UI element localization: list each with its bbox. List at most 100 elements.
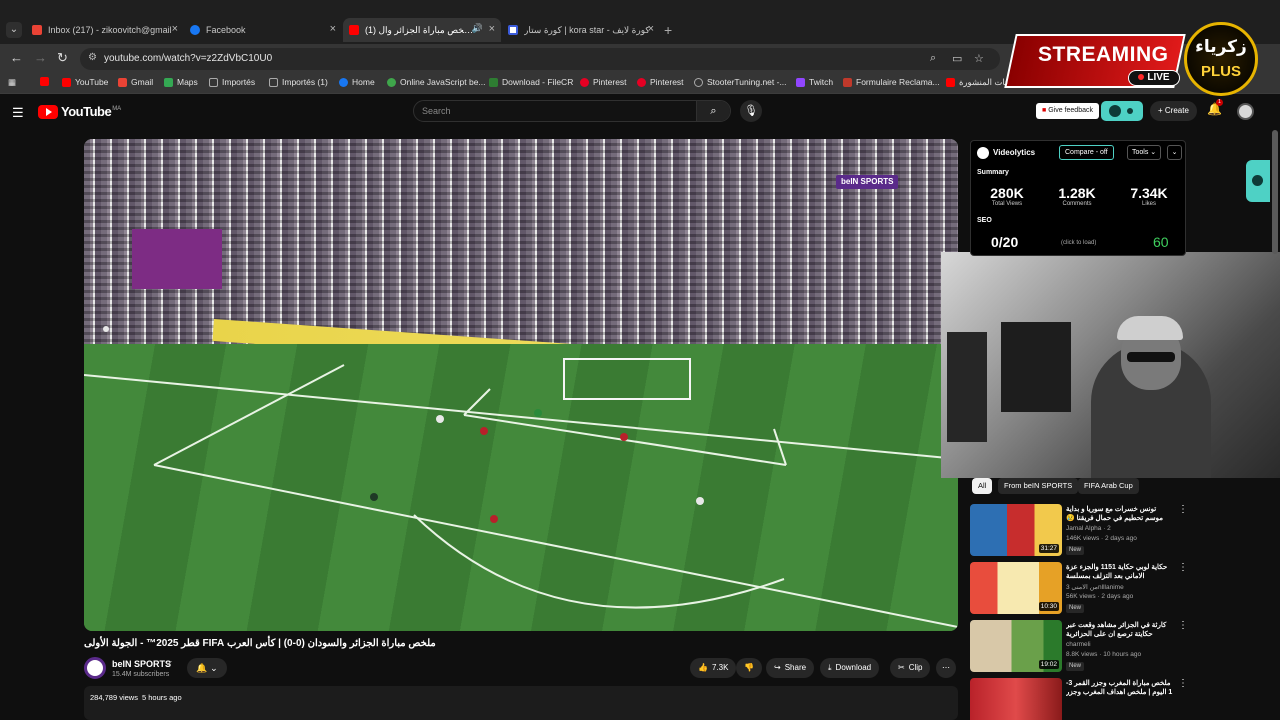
close-icon[interactable]: × bbox=[489, 23, 495, 35]
download-button[interactable]: ⤓ Download bbox=[820, 658, 880, 678]
bookmark-online-js[interactable]: Online JavaScript be... bbox=[387, 77, 486, 87]
bookmark-youtube[interactable]: YouTube bbox=[62, 77, 108, 87]
notifications-bell-icon[interactable]: 🔔 1 bbox=[1207, 99, 1223, 116]
create-button[interactable]: + Create bbox=[1150, 101, 1197, 121]
share-arrow-icon: ↪ bbox=[774, 663, 781, 672]
cast-icon[interactable]: ▭ bbox=[952, 52, 962, 65]
video-title[interactable]: حكاية لوبي حكاية 1151 والجزء عزة الاماني… bbox=[1066, 563, 1174, 581]
more-vert-icon[interactable]: ⋮ bbox=[1178, 504, 1188, 515]
maps-pin-icon bbox=[164, 77, 173, 87]
hamburger-menu-icon[interactable]: ☰ bbox=[12, 105, 24, 121]
new-tab-plus-icon[interactable]: + bbox=[664, 22, 672, 38]
extension-side-tab[interactable] bbox=[1246, 160, 1270, 202]
close-icon[interactable]: × bbox=[330, 23, 336, 35]
close-icon[interactable]: × bbox=[648, 23, 654, 35]
video-player[interactable]: beIN SPORTS bbox=[84, 139, 958, 631]
give-feedback-button[interactable]: ■ Give feedback bbox=[1036, 103, 1099, 119]
recommended-video[interactable]: 10:30 حكاية لوبي حكاية 1151 والجزء عزة ا… bbox=[970, 562, 1200, 618]
video-title[interactable]: ملخص مباراة المغرب وجزر القمر 3-1 اليوم … bbox=[1066, 679, 1174, 697]
forward-arrow-icon[interactable]: → bbox=[34, 50, 47, 65]
tab-facebook[interactable]: Facebook × bbox=[184, 18, 342, 42]
page-scrollbar[interactable] bbox=[1272, 130, 1278, 720]
videolytics-icon bbox=[1252, 175, 1263, 186]
clip-button[interactable]: ✂ Clip bbox=[890, 658, 931, 678]
youtube-logo[interactable]: YouTube MA bbox=[38, 104, 121, 119]
tab-youtube[interactable]: (1) ملخص مباراة الجزائر وال... 🔊 × bbox=[343, 18, 501, 42]
channel-name[interactable]: من الامنى 3nlllanime bbox=[1066, 583, 1124, 591]
site-info-icon[interactable]: ⚙ bbox=[88, 52, 97, 63]
tab-korastar[interactable]: كورة ستار | kora star - كورة لايف × bbox=[502, 18, 660, 42]
account-avatar[interactable] bbox=[1237, 103, 1254, 120]
bookmark-star-icon[interactable]: ☆ bbox=[974, 52, 984, 65]
search-box: ⌕ bbox=[413, 100, 731, 122]
ranking-score: 60 bbox=[1153, 234, 1169, 250]
plus-icon: + bbox=[1158, 106, 1165, 115]
video-thumbnail[interactable] bbox=[970, 678, 1062, 720]
more-vert-icon[interactable]: ⋮ bbox=[1178, 562, 1188, 573]
video-meta: 8.8K views · 10 hours ago bbox=[1066, 651, 1142, 658]
video-thumbnail[interactable]: 10:30 bbox=[970, 562, 1062, 614]
chip-fifa-arab-cup[interactable]: FIFA Arab Cup bbox=[1078, 478, 1139, 494]
bookmark-formulaire[interactable]: Formulaire Reclama... bbox=[843, 77, 940, 87]
click-to-load-link[interactable]: (click to load) bbox=[1061, 240, 1096, 246]
tab-gmail[interactable]: Inbox (217) - zikoovitch@gmail × bbox=[26, 18, 184, 42]
bookmark-pinterest-2[interactable]: Pinterest bbox=[637, 77, 684, 87]
bookmark-filecr[interactable]: Download - FileCR bbox=[489, 77, 573, 87]
bookmark-folder-importes-1[interactable]: Importés (1) bbox=[269, 77, 328, 87]
zoom-search-icon[interactable]: ⌕ bbox=[930, 52, 936, 65]
close-icon[interactable]: × bbox=[172, 23, 178, 35]
channel-name[interactable]: beIN SPORTS bbox=[112, 659, 171, 669]
bookmark-stooter[interactable]: StooterTuning.net -... bbox=[694, 77, 787, 87]
tab-search-chevron-icon[interactable]: ⌄ bbox=[6, 22, 22, 38]
bookmark-twitch[interactable]: Twitch bbox=[796, 77, 833, 87]
video-meta: 56K views · 2 days ago bbox=[1066, 593, 1134, 600]
bookmark-youtube-icon[interactable] bbox=[40, 77, 53, 86]
more-vert-icon[interactable]: ⋮ bbox=[1178, 678, 1188, 689]
bookmark-pinterest-1[interactable]: Pinterest bbox=[580, 77, 627, 87]
recommended-video[interactable]: ملخص مباراة المغرب وجزر القمر 3-1 اليوم … bbox=[970, 678, 1200, 720]
stat-comments: 1.28K Comments bbox=[1058, 185, 1096, 207]
videolytics-extension-button[interactable] bbox=[1101, 101, 1143, 121]
dislike-button[interactable]: 👎 bbox=[736, 658, 762, 678]
url-text[interactable]: youtube.com/watch?v=z2ZdVbC10U0 bbox=[104, 53, 272, 64]
channel-avatar[interactable] bbox=[84, 657, 106, 679]
speaker-icon[interactable]: 🔊 bbox=[472, 23, 483, 34]
apps-grid-icon[interactable]: ▦ bbox=[8, 77, 16, 88]
more-vert-icon[interactable]: ⋮ bbox=[1178, 620, 1188, 631]
back-arrow-icon[interactable]: ← bbox=[10, 50, 23, 65]
bookmark-gmail[interactable]: Gmail bbox=[118, 77, 153, 87]
tools-dropdown[interactable]: Tools ⌄ bbox=[1127, 145, 1162, 160]
recommended-video[interactable]: 19:02 كارثة في الجزائر مشاهد وقعت عبر حك… bbox=[970, 620, 1200, 676]
subscription-bell-button[interactable]: 🔔 ⌄ bbox=[187, 658, 227, 678]
duration-badge: 10:30 bbox=[1038, 602, 1059, 611]
video-title: ملخص مباراة الجزائر والسودان (0-0) | كأس… bbox=[84, 638, 436, 649]
share-button[interactable]: ↪ Share bbox=[766, 658, 815, 678]
live-dot-icon bbox=[1138, 74, 1145, 80]
chip-from-channel[interactable]: From beIN SPORTS bbox=[998, 478, 1079, 494]
reload-icon[interactable]: ↻ bbox=[57, 50, 68, 66]
bookmark-folder-importes[interactable]: Importés bbox=[209, 77, 255, 87]
panel-collapse-chevron-icon[interactable]: ⌄ bbox=[1167, 145, 1182, 160]
search-input[interactable] bbox=[422, 104, 682, 118]
video-title[interactable]: تونس خسرات مع سوريا و بداية موسم تحطيم ف… bbox=[1066, 505, 1174, 523]
like-button[interactable]: 👍 7.3K bbox=[690, 658, 737, 678]
bookmark-maps[interactable]: Maps bbox=[164, 77, 198, 87]
omnibox[interactable]: ⚙ youtube.com/watch?v=z2ZdVbC10U0 ⌕ ▭ ☆ bbox=[80, 48, 1000, 70]
video-title[interactable]: كارثة في الجزائر مشاهد وقعت عبر حكايتة ت… bbox=[1066, 621, 1174, 639]
channel-name[interactable]: charmeli bbox=[1066, 641, 1091, 648]
form-icon bbox=[843, 77, 852, 87]
stat-likes: 7.34K Likes bbox=[1130, 185, 1168, 207]
channel-name[interactable]: Jamal Alpha · 2 bbox=[1066, 525, 1111, 532]
video-description-box[interactable]: 284,789 views 5 hours ago bbox=[84, 686, 958, 720]
chip-all[interactable]: All bbox=[972, 478, 993, 494]
video-thumbnail[interactable]: 19:02 bbox=[970, 620, 1062, 672]
more-actions-button[interactable]: ⋯ bbox=[936, 658, 956, 678]
notification-count: 1 bbox=[1216, 99, 1223, 106]
recommended-video[interactable]: 31:27 تونس خسرات مع سوريا و بداية موسم ت… bbox=[970, 504, 1200, 560]
compare-toggle-button[interactable]: Compare - off bbox=[1059, 145, 1114, 160]
search-button[interactable]: ⌕ bbox=[696, 101, 730, 121]
microphone-icon[interactable]: 🎙 bbox=[740, 100, 762, 122]
video-thumbnail[interactable]: 31:27 bbox=[970, 504, 1062, 556]
streaming-overlay: STREAMING LIVE bbox=[1004, 34, 1186, 88]
bookmark-home[interactable]: Home bbox=[339, 77, 375, 87]
